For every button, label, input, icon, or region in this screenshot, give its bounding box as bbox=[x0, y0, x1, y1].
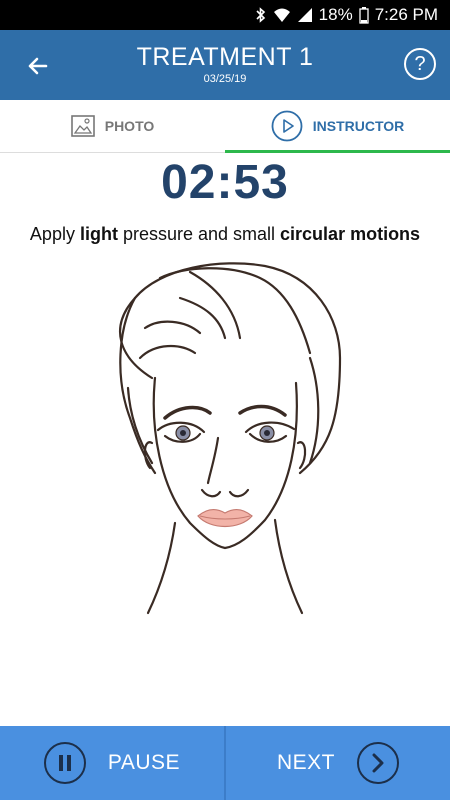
treatment-date: 03/25/19 bbox=[203, 73, 247, 85]
tab-instructor-label: INSTRUCTOR bbox=[312, 118, 405, 134]
wifi-icon bbox=[273, 7, 291, 23]
chevron-right-icon bbox=[357, 742, 399, 784]
signal-icon bbox=[297, 7, 313, 23]
bottom-action-bar: PAUSE NEXT bbox=[0, 726, 450, 800]
face-illustration bbox=[119, 262, 342, 615]
help-icon: ? bbox=[414, 52, 426, 75]
instruction-text: Apply light pressure and small circular … bbox=[0, 224, 450, 245]
battery-icon bbox=[359, 6, 369, 24]
image-icon bbox=[70, 115, 95, 137]
battery-percent: 18% bbox=[318, 5, 353, 24]
instruction-prefix: Apply bbox=[29, 224, 80, 244]
tab-instructor[interactable]: INSTRUCTOR bbox=[225, 100, 450, 152]
pause-button[interactable]: PAUSE bbox=[0, 726, 224, 800]
app-bar: TREATMENT 1 03/25/19 ? bbox=[0, 30, 450, 100]
page-title: TREATMENT 1 bbox=[136, 43, 314, 71]
active-tab-indicator bbox=[225, 150, 450, 153]
tab-photo-label: PHOTO bbox=[104, 118, 155, 134]
countdown-timer: 02:53 bbox=[161, 156, 289, 209]
bluetooth-icon bbox=[255, 7, 267, 23]
pause-label: PAUSE bbox=[107, 751, 181, 774]
next-label: NEXT bbox=[276, 751, 335, 774]
pause-icon bbox=[43, 742, 86, 784]
clock: 7:26 PM bbox=[374, 5, 438, 24]
tab-bar: PHOTO INSTRUCTOR bbox=[0, 100, 450, 153]
status-bar: 18% 7:26 PM bbox=[0, 0, 450, 30]
tab-photo[interactable]: PHOTO bbox=[0, 100, 225, 152]
next-button[interactable]: NEXT bbox=[226, 726, 450, 800]
instruction-emphasis-motion: circular motions bbox=[280, 224, 421, 244]
help-button[interactable]: ? bbox=[404, 48, 436, 80]
instruction-emphasis-light: light bbox=[79, 224, 118, 244]
instruction-middle: pressure and small bbox=[117, 224, 281, 244]
play-circle-icon bbox=[271, 110, 303, 142]
